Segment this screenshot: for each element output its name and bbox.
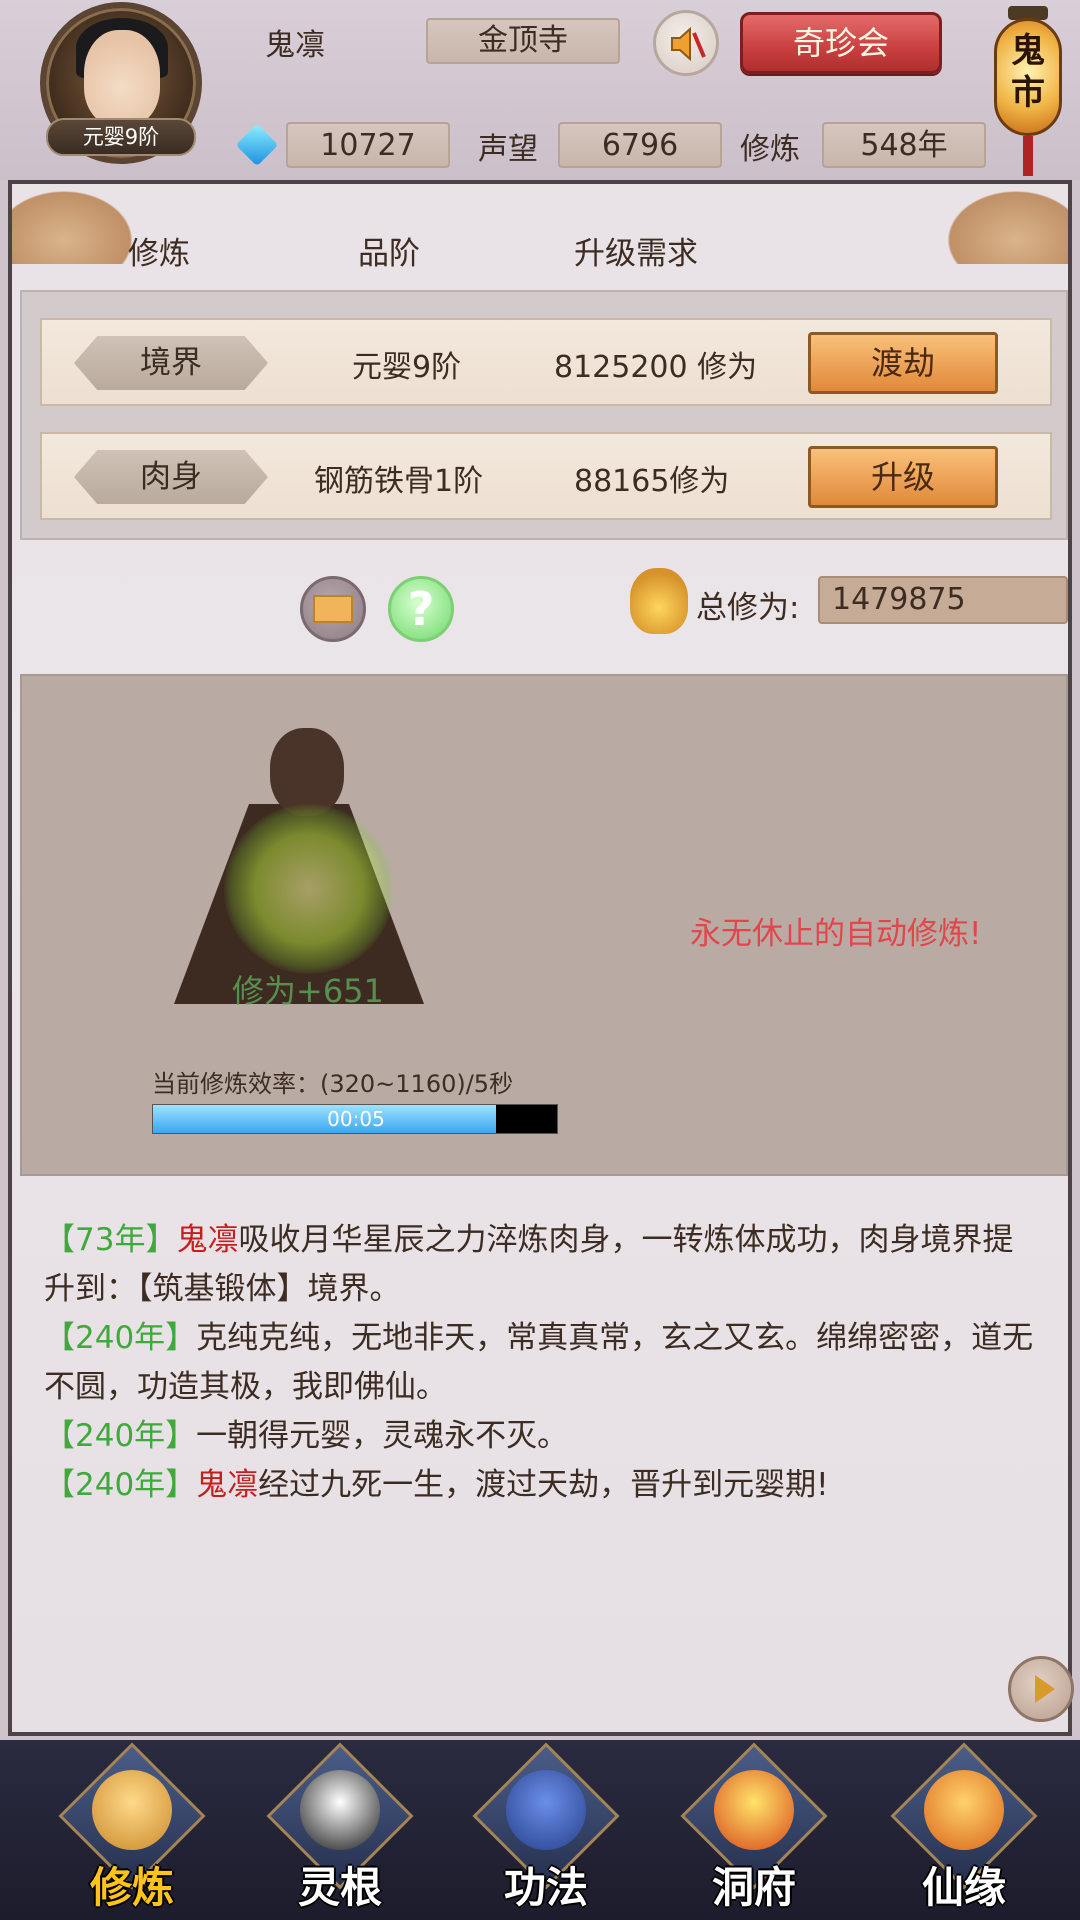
ghost-market-lantern[interactable]: 鬼市: [990, 6, 1066, 176]
nav-tab-2[interactable]: 灵根: [262, 1742, 418, 1912]
rank-badge: 元婴9阶: [46, 118, 196, 156]
help-button[interactable]: ?: [388, 576, 454, 642]
column-header-cultivation: 修炼: [128, 236, 190, 272]
scroll-book-icon: [506, 1770, 586, 1850]
realm-requirement: 8125200 修为: [554, 350, 758, 385]
body-grade: 钢筋铁骨1阶: [314, 464, 484, 499]
cultivation-label: 修炼: [740, 132, 800, 167]
log-entry: 【240年】克纯克纯，无地非天，常真真常，玄之又玄。绵绵密密，道无不圆，功造其极…: [44, 1314, 1044, 1412]
realm-tag: 境界: [74, 336, 268, 390]
cultivation-progress-bar: 00:05: [152, 1104, 558, 1134]
envelope-icon: [313, 595, 353, 623]
main-panel: 修炼 品阶 升级需求 境界 元婴9阶 8125200 修为 渡劫 肉身 钢筋铁骨…: [8, 180, 1074, 1736]
currency-value: 10727: [286, 122, 450, 168]
treasure-auction-button[interactable]: 奇珍会: [740, 12, 942, 74]
log-year: 【240年】: [44, 1467, 197, 1503]
gem-icon: [235, 123, 279, 167]
event-log: 【73年】鬼凛吸收月华星辰之力淬炼肉身，一转炼体成功，肉身境界提升到：【筑基锻体…: [44, 1216, 1044, 1510]
log-year: 【73年】: [44, 1222, 177, 1258]
bottom-navigation: 修炼 灵根 功法 洞府 仙缘: [0, 1740, 1080, 1920]
body-row: 肉身 钢筋铁骨1阶 88165修为 升级: [40, 432, 1052, 520]
log-year: 【240年】: [44, 1418, 197, 1454]
next-page-button[interactable]: [1008, 1656, 1074, 1722]
sword-yin-yang-icon: [300, 1770, 380, 1850]
pagoda-icon: [714, 1770, 794, 1850]
body-requirement: 88165修为: [574, 464, 730, 499]
progress-timer: 00:05: [327, 1107, 385, 1131]
log-player-name: 鬼凛: [176, 1222, 239, 1258]
energy-aura: [224, 804, 394, 974]
log-year: 【240年】: [44, 1320, 197, 1356]
nav-tab-label: 灵根: [297, 1863, 382, 1912]
location-box[interactable]: 金顶寺: [426, 18, 620, 64]
cultivation-efficiency: 当前修炼效率：(320~1160)/5秒: [152, 1070, 514, 1098]
meditating-monk-icon: [92, 1770, 172, 1850]
realm-row: 境界 元婴9阶 8125200 修为 渡劫: [40, 318, 1052, 406]
log-entry: 【240年】一朝得元婴，灵魂永不灭。: [44, 1412, 1044, 1461]
log-player-name: 鬼凛: [196, 1467, 259, 1503]
nav-tab-3[interactable]: 功法: [468, 1742, 624, 1912]
log-entry: 【240年】鬼凛经过九死一生，渡过天劫，晋升到元婴期!: [44, 1461, 1044, 1510]
money-bag-icon: [630, 568, 688, 634]
log-text: 经过九死一生，渡过天劫，晋升到元婴期!: [258, 1467, 829, 1503]
reputation-value: 6796: [558, 122, 722, 168]
lantern-tassel: [1023, 136, 1033, 176]
cultivation-years: 548年: [822, 122, 986, 168]
avatar-face: [84, 30, 160, 126]
mail-button[interactable]: [300, 576, 366, 642]
nav-tab-label: 仙缘: [921, 1863, 1006, 1912]
column-header-requirement: 升级需求: [574, 236, 698, 272]
player-name: 鬼凛: [265, 28, 325, 63]
nav-tab-label: 洞府: [711, 1863, 796, 1912]
nav-tab-5[interactable]: 仙缘: [886, 1742, 1042, 1912]
cultivation-gain-text: 修为+651: [232, 972, 384, 1010]
body-tag: 肉身: [74, 450, 268, 504]
speaker-muted-icon: [671, 26, 706, 62]
reputation-label: 声望: [478, 132, 538, 167]
nav-tab-1[interactable]: 修炼: [54, 1742, 210, 1912]
meditation-area: 修为+651 当前修炼效率：(320~1160)/5秒 00:05 永无休止的自…: [20, 674, 1068, 1176]
tribulation-button[interactable]: 渡劫: [808, 332, 998, 394]
upgrade-button[interactable]: 升级: [808, 446, 998, 508]
upgrade-rows: 境界 元婴9阶 8125200 修为 渡劫 肉身 钢筋铁骨1阶 88165修为 …: [20, 290, 1068, 540]
column-headers: 修炼 品阶 升级需求: [12, 228, 1068, 272]
log-text: 一朝得元婴，灵魂永不灭。: [196, 1418, 569, 1454]
ghost-market-label: 鬼市: [1011, 31, 1045, 113]
total-cultivation-label: 总修为:: [696, 590, 800, 626]
monk-head: [270, 728, 344, 816]
total-cultivation-value: 1479875: [818, 576, 1068, 624]
log-entry: 【73年】鬼凛吸收月华星辰之力淬炼肉身，一转炼体成功，肉身境界提升到：【筑基锻体…: [44, 1216, 1044, 1314]
auto-cultivation-text: 永无休止的自动修炼!: [690, 916, 982, 952]
mute-button[interactable]: [653, 10, 719, 76]
column-header-grade: 品阶: [358, 236, 420, 272]
realm-grade: 元婴9阶: [352, 350, 462, 385]
nav-tab-4[interactable]: 洞府: [676, 1742, 832, 1912]
nav-tab-label: 功法: [503, 1863, 588, 1912]
nav-tab-label: 修炼: [89, 1863, 174, 1912]
gourd-icon: [924, 1770, 1004, 1850]
top-header: 元婴9阶 鬼凛 金顶寺 奇珍会 鬼市 10727 声望 6796 修炼 548年: [0, 0, 1080, 180]
